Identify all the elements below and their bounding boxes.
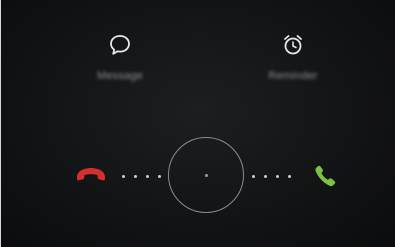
phone-hangup-icon[interactable] [74, 163, 108, 185]
incoming-call-screen: Message Reminder [0, 0, 395, 247]
answer-slider[interactable] [1, 0, 395, 247]
slider-hint-dot [276, 175, 279, 178]
slider-hint-dot [288, 175, 291, 178]
slider-hint-dot [146, 175, 149, 178]
slider-hint-dot [158, 175, 161, 178]
slider-center-dot [205, 174, 208, 177]
slider-hint-dot [122, 175, 125, 178]
slider-hint-dot [264, 175, 267, 178]
slider-hint-dot [134, 175, 137, 178]
slider-hint-dot [252, 175, 255, 178]
phone-answer-icon[interactable] [313, 163, 339, 189]
